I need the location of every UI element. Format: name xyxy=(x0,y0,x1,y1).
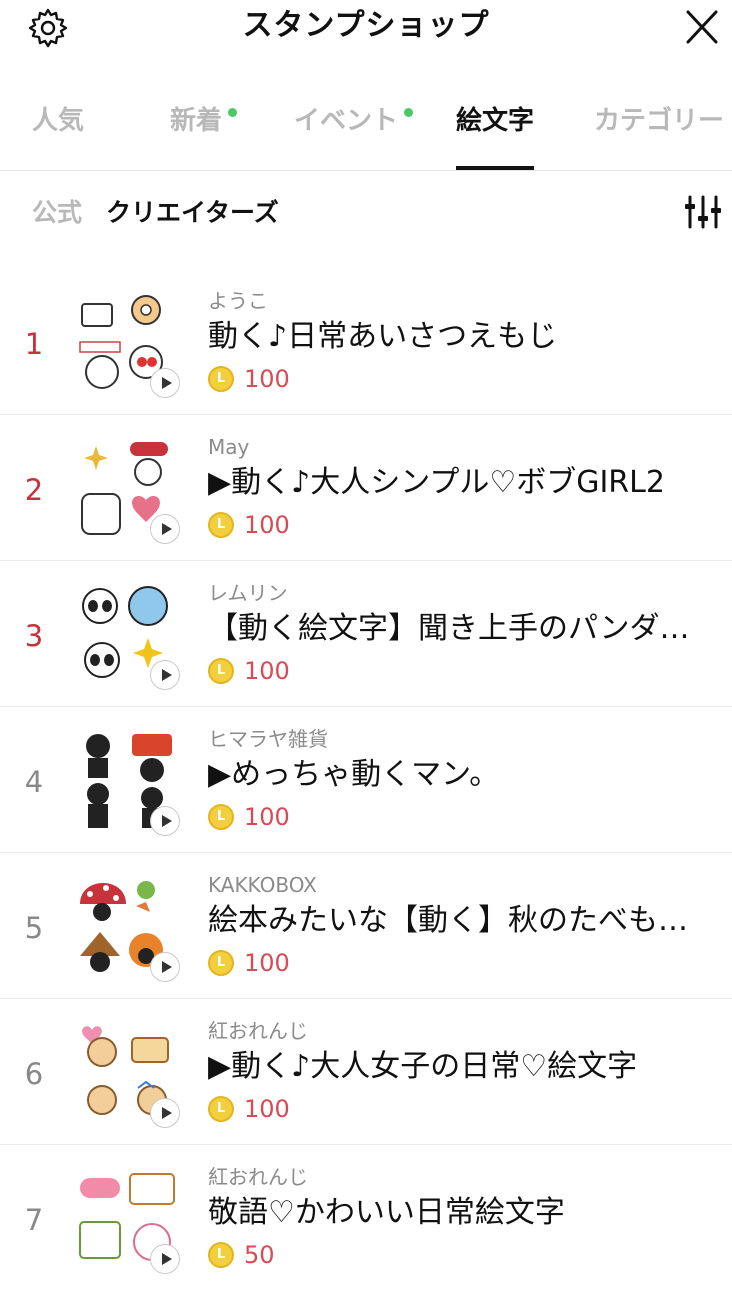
author-name: ヒマラヤ雑貨 xyxy=(208,727,328,751)
rank-number: 4 xyxy=(24,765,44,799)
price-value: 100 xyxy=(244,511,290,539)
coin-icon: L xyxy=(208,950,234,976)
price-value: 100 xyxy=(244,657,290,685)
coin-icon: L xyxy=(208,658,234,684)
tab-label: 新着 xyxy=(170,106,223,136)
list-item[interactable]: 5 KAKKOBOX 絵本みたいな【動く】秋のたべも… L 100 xyxy=(0,852,732,999)
coin-symbol: L xyxy=(216,371,226,386)
author-name: 紅おれんじ xyxy=(208,1019,308,1043)
header: スタンプショップ xyxy=(0,0,732,56)
play-preview-icon[interactable] xyxy=(150,514,180,544)
tab-emoji[interactable]: 絵文字 xyxy=(456,92,534,170)
emoji-set-name: 敬語♡かわいい日常絵文字 xyxy=(208,1195,565,1230)
coin-icon: L xyxy=(208,1096,234,1122)
filter-bar: 公式 クリエイターズ xyxy=(0,190,732,236)
sliders-icon[interactable] xyxy=(684,194,722,230)
tab-label: 絵文字 xyxy=(456,106,535,136)
list-item[interactable]: 2 May ▶動く♪大人シンプル♡ボブGIRL2 L 100 xyxy=(0,414,732,561)
tab-label: 人気 xyxy=(32,106,85,136)
author-name: May xyxy=(208,435,250,459)
price-value: 100 xyxy=(244,365,290,393)
emoji-set-name: 【動く絵文字】聞き上手のパンダ… xyxy=(208,611,690,646)
play-preview-icon[interactable] xyxy=(150,1244,180,1274)
rank-number: 5 xyxy=(24,911,44,945)
tab-category[interactable]: カテゴリー xyxy=(594,92,724,170)
emoji-set-name: ▶動く♪大人シンプル♡ボブGIRL2 xyxy=(208,465,665,500)
emoji-set-name: 絵本みたいな【動く】秋のたべも… xyxy=(208,903,688,938)
coin-symbol: L xyxy=(216,1247,226,1262)
tab-label: イベント xyxy=(294,106,399,136)
category-tabs: 人気 新着 イベント 絵文字 カテゴリー xyxy=(0,92,732,171)
price-value: 50 xyxy=(244,1241,275,1269)
play-preview-icon[interactable] xyxy=(150,806,180,836)
rank-number: 6 xyxy=(24,1057,44,1091)
close-icon[interactable] xyxy=(680,8,724,48)
rank-number: 2 xyxy=(24,473,44,507)
price-value: 100 xyxy=(244,803,290,831)
play-preview-icon[interactable] xyxy=(150,1098,180,1128)
rank-number: 7 xyxy=(24,1203,44,1237)
emoji-set-name: ▶動く♪大人女子の日常♡絵文字 xyxy=(208,1049,638,1084)
tab-event[interactable]: イベント xyxy=(294,92,413,170)
list-item[interactable]: 6 紅おれんじ ▶動く♪大人女子の日常♡絵文字 L 100 xyxy=(0,998,732,1145)
emoji-set-name: ▶めっちゃ動くマン。 xyxy=(208,757,500,792)
coin-icon: L xyxy=(208,804,234,830)
page-title: スタンプショップ xyxy=(242,8,490,43)
coin-symbol: L xyxy=(216,663,226,678)
list-item[interactable]: 4 ヒマラヤ雑貨 ▶めっちゃ動くマン。 L 100 xyxy=(0,706,732,853)
coin-icon: L xyxy=(208,512,234,538)
coin-symbol: L xyxy=(216,1101,226,1116)
coin-symbol: L xyxy=(216,809,226,824)
play-preview-icon[interactable] xyxy=(150,368,180,398)
author-name: KAKKOBOX xyxy=(208,873,317,897)
tab-new[interactable]: 新着 xyxy=(170,92,237,170)
filter-creators[interactable]: クリエイターズ xyxy=(106,194,279,232)
coin-icon: L xyxy=(208,1242,234,1268)
list-item[interactable]: 3 レムリン 【動く絵文字】聞き上手のパンダ… L 100 xyxy=(0,560,732,707)
list-item[interactable]: 7 紅おれんじ 敬語♡かわいい日常絵文字 L 50 xyxy=(0,1144,732,1290)
coin-icon: L xyxy=(208,366,234,392)
emoji-set-name: 動く♪日常あいさつえもじ xyxy=(208,319,558,354)
rank-number: 3 xyxy=(24,619,44,653)
price-value: 100 xyxy=(244,1095,290,1123)
tab-label: カテゴリー xyxy=(594,106,725,136)
new-indicator-dot xyxy=(404,108,413,117)
play-preview-icon[interactable] xyxy=(150,952,180,982)
tab-popular[interactable]: 人気 xyxy=(32,92,84,170)
coin-symbol: L xyxy=(216,955,226,970)
rank-number: 1 xyxy=(24,327,44,361)
list-item[interactable]: 1 ようこ 動く♪日常あいさつえもじ L 100 xyxy=(0,268,732,415)
new-indicator-dot xyxy=(228,108,237,117)
price-value: 100 xyxy=(244,949,290,977)
active-tab-indicator xyxy=(456,166,534,170)
coin-symbol: L xyxy=(216,517,226,532)
filter-official[interactable]: 公式 xyxy=(32,194,82,232)
author-name: レムリン xyxy=(208,581,288,605)
play-preview-icon[interactable] xyxy=(150,660,180,690)
author-name: ようこ xyxy=(208,289,268,313)
author-name: 紅おれんじ xyxy=(208,1165,308,1189)
